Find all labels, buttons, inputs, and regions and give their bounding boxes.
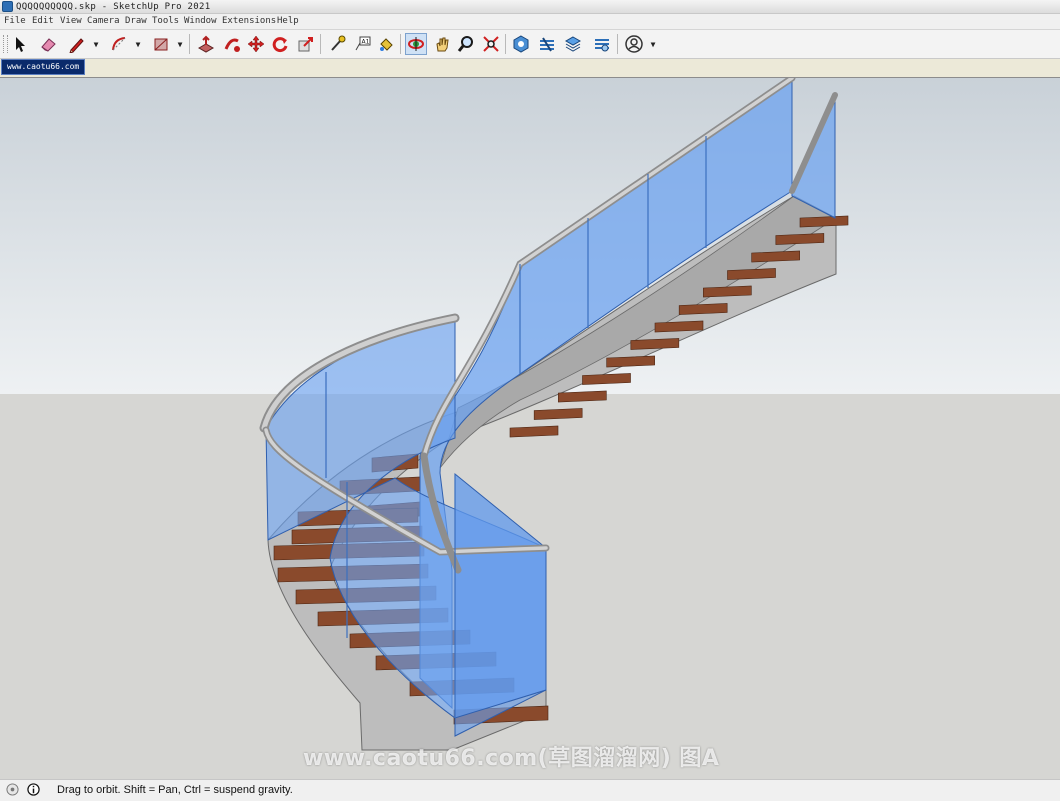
stair-tread: [775, 233, 825, 245]
status-message: Drag to orbit. Shift = Pan, Ctrl = suspe…: [57, 784, 293, 796]
toolbar-separator: [505, 34, 506, 54]
menu-extensions[interactable]: Extensions: [222, 14, 276, 29]
instructor-info-icon[interactable]: [27, 783, 40, 796]
stair-tread: [558, 390, 607, 403]
3d-warehouse-button[interactable]: [510, 33, 532, 55]
line-tool-button[interactable]: [66, 33, 88, 55]
warehouse-icon: [513, 35, 529, 53]
toolbar-separator: [400, 34, 401, 54]
move-icon: [247, 35, 265, 53]
orbit-tool-button[interactable]: [405, 33, 427, 55]
orbit-icon: [408, 37, 424, 51]
push-pull-icon: [197, 35, 215, 53]
zoom-tool-button[interactable]: [455, 33, 477, 55]
line-tool-dropdown[interactable]: ▼: [91, 33, 101, 55]
rectangle-tool-dropdown[interactable]: ▼: [175, 33, 185, 55]
layout-icon: [564, 36, 582, 52]
menu-tools[interactable]: Tools: [152, 14, 179, 29]
rectangle-icon: [154, 38, 168, 51]
status-bar: Drag to orbit. Shift = Pan, Ctrl = suspe…: [0, 779, 1060, 801]
chevron-down-icon: ▼: [93, 39, 99, 49]
extension-warehouse-button[interactable]: [536, 33, 558, 55]
pencil-line-icon: [69, 38, 84, 53]
menu-view[interactable]: View: [60, 14, 82, 29]
toolbar-separator: [617, 34, 618, 54]
rotate-tool-button[interactable]: [269, 33, 291, 55]
follow-me-tool-button[interactable]: [221, 33, 243, 55]
stair-tread: [678, 303, 728, 315]
stair-tread: [751, 250, 800, 263]
scene-tab-active[interactable]: www.caotu66.com: [1, 59, 86, 75]
zoom-icon: [457, 36, 473, 52]
select-tool-button[interactable]: [9, 33, 31, 55]
toolbar-separator: [320, 34, 321, 54]
chevron-down-icon: ▼: [135, 39, 141, 49]
stair-tread: [582, 373, 631, 385]
menu-draw[interactable]: Draw: [125, 14, 147, 29]
pan-hand-icon: [436, 37, 449, 52]
title-bar: QQQQQQQQQQ.skp - SketchUp Pro 2021: [0, 0, 1060, 14]
menu-help[interactable]: Help: [277, 14, 299, 29]
arc-tool-button[interactable]: [108, 33, 130, 55]
move-tool-button[interactable]: [245, 33, 267, 55]
menu-bar: File Edit View Camera Draw Tools Window …: [0, 14, 1060, 29]
menu-window[interactable]: Window: [184, 14, 217, 29]
tape-measure-icon: [331, 35, 346, 51]
scale-icon: [298, 37, 313, 52]
stair-tread: [533, 408, 583, 420]
zoom-extents-tool-button[interactable]: [480, 33, 502, 55]
layout-button[interactable]: [562, 33, 584, 55]
toolbar-grip[interactable]: [3, 35, 8, 53]
stair-tread: [799, 215, 849, 228]
stair-tread: [509, 425, 559, 438]
account-button[interactable]: [623, 33, 645, 55]
stair-tread: [654, 320, 704, 333]
main-toolbar: ▼ ▼ ▼ A1 ▼: [0, 29, 1060, 59]
scale-tool-button[interactable]: [295, 33, 317, 55]
follow-me-icon: [224, 38, 240, 52]
rotate-icon: [272, 37, 288, 53]
text-tool-button[interactable]: A1: [351, 33, 373, 55]
sketchup-app-icon[interactable]: [2, 1, 13, 12]
arc-icon: [112, 37, 126, 51]
stair-tread: [703, 285, 752, 298]
watermark-text: www.caotu66.com(草图溜溜网) 图A: [303, 746, 720, 771]
push-pull-tool-button[interactable]: [195, 33, 217, 55]
staircase-model[interactable]: [0, 78, 1060, 780]
account-icon: [625, 35, 643, 53]
model-viewport[interactable]: [0, 77, 1060, 780]
extension-warehouse-icon: [540, 37, 554, 52]
chevron-down-icon: ▼: [177, 39, 183, 49]
extension-manager-button[interactable]: [591, 33, 613, 55]
menu-file[interactable]: File: [4, 14, 26, 29]
rectangle-tool-button[interactable]: [150, 33, 172, 55]
arc-tool-dropdown[interactable]: ▼: [133, 33, 143, 55]
chevron-down-icon: ▼: [650, 39, 656, 49]
window-title: QQQQQQQQQQ.skp - SketchUp Pro 2021: [16, 2, 211, 12]
tape-measure-tool-button[interactable]: [326, 33, 348, 55]
geo-location-icon[interactable]: [6, 783, 19, 796]
text-label-icon: A1: [355, 36, 371, 51]
scene-tab-strip: www.caotu66.com: [0, 59, 1060, 78]
stair-tread: [630, 338, 680, 350]
paint-bucket-icon: [380, 38, 393, 51]
account-dropdown[interactable]: ▼: [648, 33, 658, 55]
menu-edit[interactable]: Edit: [32, 14, 54, 29]
extension-manager-icon: [595, 39, 609, 52]
menu-camera[interactable]: Camera: [87, 14, 120, 29]
zoom-extents-icon: [483, 36, 499, 52]
stair-tread: [727, 268, 776, 280]
stair-tread: [606, 355, 655, 368]
paint-bucket-tool-button[interactable]: [375, 33, 397, 55]
select-arrow-icon: [16, 37, 25, 52]
svg-text:A1: A1: [362, 39, 370, 46]
toolbar-separator: [189, 34, 190, 54]
pan-tool-button[interactable]: [431, 33, 453, 55]
eraser-icon: [41, 38, 56, 52]
eraser-tool-button[interactable]: [37, 33, 59, 55]
